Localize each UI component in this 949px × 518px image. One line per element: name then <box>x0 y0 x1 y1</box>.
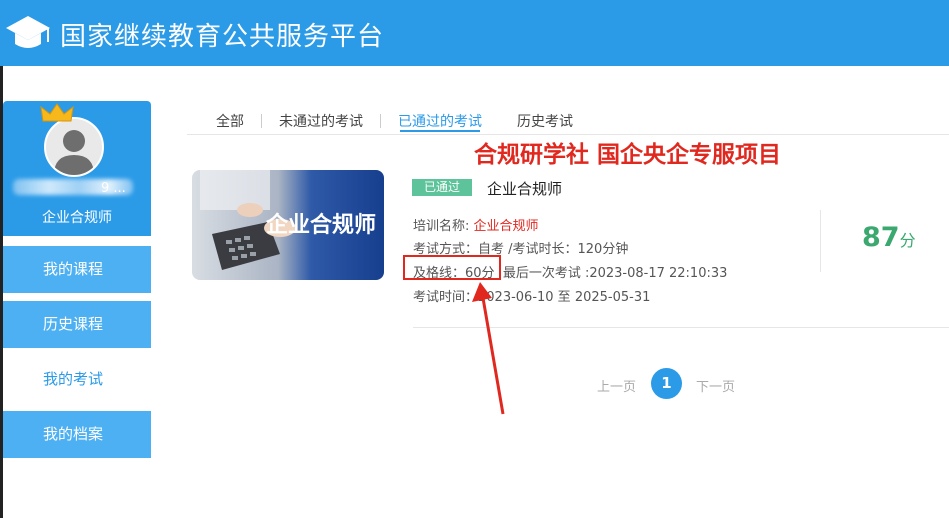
exam-name[interactable]: 企业合规师 <box>487 178 562 199</box>
tab-gap <box>499 114 500 128</box>
status-badge: 已通过 <box>412 179 472 196</box>
graduation-cap-icon <box>6 16 50 48</box>
prev-page-button[interactable]: 上一页 <box>597 376 636 395</box>
tab-passed-exams[interactable]: 已通过的考试 <box>398 111 482 131</box>
top-header-bar: 国家继续教育公共服务平台 <box>0 0 949 66</box>
last-exam-time: 最后一次考试 :2023-08-17 22:10:33 <box>502 266 728 281</box>
profile-panel: 9 ... 企业合规师 <box>3 101 151 236</box>
site-title: 国家继续教育公共服务平台 <box>60 22 385 52</box>
tab-all[interactable]: 全部 <box>216 111 244 131</box>
sidebar-item-my-exams[interactable]: 我的考试 <box>3 356 151 403</box>
thumbnail-title: 企业合规师 <box>266 213 377 238</box>
tab-history-exams[interactable]: 历史考试 <box>517 111 573 131</box>
sidebar: 9 ... 企业合规师 我的课程 历史课程 我的考试 我的档案 <box>3 101 151 463</box>
exam-score: 87分 <box>862 222 916 253</box>
promo-watermark-text: 合规研学社 国企央企专服项目 <box>474 142 782 168</box>
tab-failed-exams[interactable]: 未通过的考试 <box>279 111 363 131</box>
exam-period: 考试时间：2023-06-10 至 2025-05-31 <box>413 290 651 305</box>
score-divider <box>820 210 821 272</box>
crown-icon <box>40 103 74 122</box>
user-avatar-icon[interactable] <box>44 117 104 177</box>
page-number-button[interactable]: 1 <box>651 368 682 399</box>
sidebar-item-history-courses[interactable]: 历史课程 <box>3 301 151 348</box>
training-name-row: 培训名称: 企业合规师 <box>413 215 539 234</box>
username-suffix: 9 ... <box>101 181 126 196</box>
score-value: 87 <box>862 222 900 253</box>
sidebar-item-my-courses[interactable]: 我的课程 <box>3 246 151 293</box>
user-role: 企业合规师 <box>42 210 112 226</box>
training-name-value: 企业合规师 <box>473 219 539 234</box>
exam-tabs: 全部 未通过的考试 已通过的考试 历史考试 <box>216 111 573 131</box>
pass-line-highlight-box <box>403 255 501 280</box>
tab-divider <box>380 114 381 128</box>
score-unit: 分 <box>899 231 916 250</box>
training-name-label: 培训名称: <box>413 219 470 234</box>
next-page-button[interactable]: 下一页 <box>696 376 735 395</box>
active-tab-underline <box>400 130 480 132</box>
tab-divider <box>261 114 262 128</box>
sidebar-item-my-archive[interactable]: 我的档案 <box>3 411 151 458</box>
card-divider-line <box>413 327 949 328</box>
